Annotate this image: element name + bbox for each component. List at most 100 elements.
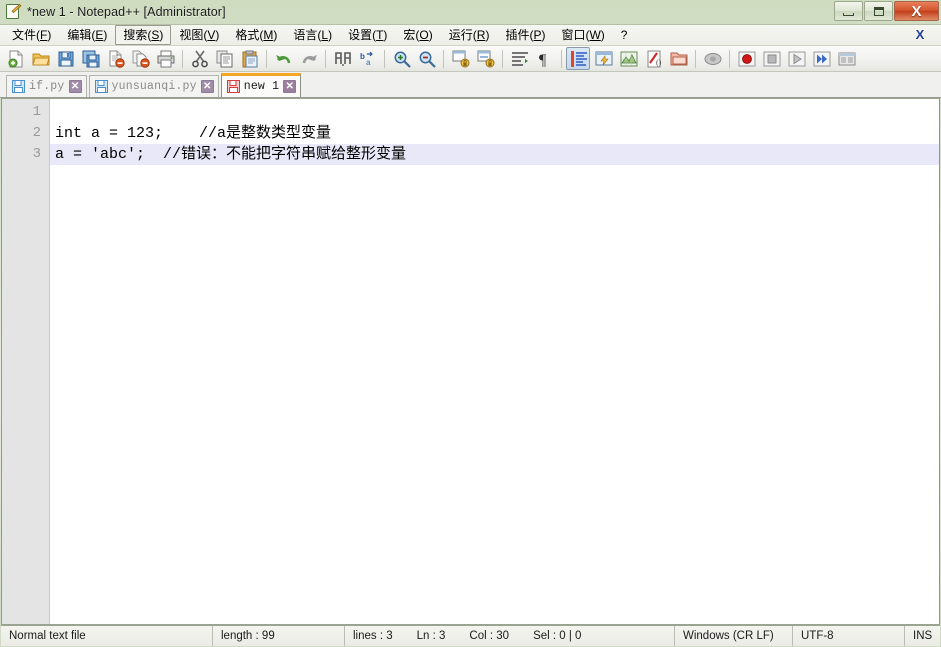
minimize-button[interactable] bbox=[834, 1, 863, 21]
unsaved-file-icon bbox=[226, 80, 240, 93]
replace-icon[interactable]: ba bbox=[355, 47, 379, 70]
menu-item-10[interactable]: 窗口(W) bbox=[553, 25, 612, 45]
tab-label: if.py bbox=[29, 80, 65, 93]
svg-text:b: b bbox=[360, 52, 365, 61]
minimize-icon bbox=[843, 12, 854, 16]
window-controls: X bbox=[834, 1, 939, 21]
status-bar: Normal text file length : 99 lines : 3 L… bbox=[1, 624, 940, 646]
window-title: *new 1 - Notepad++ [Administrator] bbox=[27, 5, 226, 19]
menu-item-1[interactable]: 编辑(E) bbox=[59, 25, 115, 45]
cut-icon[interactable] bbox=[187, 47, 211, 70]
toolbar-separator bbox=[325, 49, 326, 68]
tab-label: new 1 bbox=[243, 80, 280, 93]
svg-text:(): () bbox=[656, 58, 662, 67]
code-line[interactable]: int a = 123; //a是整数类型变量 bbox=[50, 123, 939, 144]
menu-item-2[interactable]: 搜索(S) bbox=[115, 25, 172, 45]
show-all-characters-icon[interactable]: ¶ bbox=[532, 47, 556, 70]
status-col: Col : 30 bbox=[469, 630, 510, 642]
svg-text:a: a bbox=[366, 58, 371, 67]
menu-item-0[interactable]: 文件(F) bbox=[4, 25, 59, 45]
folder-as-workspace-icon[interactable] bbox=[666, 47, 690, 70]
menu-item-4[interactable]: 格式(M) bbox=[227, 25, 285, 45]
status-position: lines : 3 Ln : 3 Col : 30 Sel : 0 | 0 bbox=[345, 626, 675, 646]
restore-button[interactable] bbox=[864, 1, 893, 21]
play-macro-icon[interactable] bbox=[784, 47, 808, 70]
save-macro-icon[interactable] bbox=[834, 47, 858, 70]
paste-icon[interactable] bbox=[237, 47, 261, 70]
close-document-button[interactable]: X bbox=[913, 28, 927, 42]
new-file-icon[interactable] bbox=[3, 47, 27, 70]
redo-icon[interactable] bbox=[296, 47, 320, 70]
title-bar: *new 1 - Notepad++ [Administrator] X bbox=[0, 0, 941, 24]
tab-close-button[interactable]: ✕ bbox=[283, 80, 297, 93]
status-ln: Ln : 3 bbox=[416, 630, 446, 642]
find-icon[interactable] bbox=[330, 47, 354, 70]
status-eol: Windows (CR LF) bbox=[675, 626, 793, 646]
menu-item-9[interactable]: 插件(P) bbox=[497, 25, 553, 45]
code-line[interactable] bbox=[50, 102, 939, 123]
toolbar-separator bbox=[266, 49, 267, 68]
print-icon[interactable] bbox=[153, 47, 177, 70]
sync-horizontal-scroll-icon[interactable] bbox=[473, 47, 497, 70]
tab-2[interactable]: new 1 ✕ bbox=[220, 73, 302, 97]
word-wrap-icon[interactable] bbox=[507, 47, 531, 70]
menu-item-11[interactable]: ? bbox=[613, 25, 636, 45]
code-text-area[interactable]: int a = 123; //a是整数类型变量 a = 'abc'; //错误：不… bbox=[50, 99, 939, 624]
close-icon: X bbox=[911, 2, 922, 20]
status-length: length : 99 bbox=[213, 626, 345, 646]
save-icon[interactable] bbox=[53, 47, 77, 70]
menu-bar: 文件(F) 编辑(E) 搜索(S) 视图(V) 格式(M) 语言(L) 设置(T) 宏(O) 运… bbox=[0, 24, 941, 46]
tab-bar: if.py ✕ yunsuanqi.py ✕ new 1 ✕ bbox=[0, 72, 941, 98]
menu-item-6[interactable]: 设置(T) bbox=[340, 25, 395, 45]
line-number: 3 bbox=[32, 146, 41, 162]
record-macro-icon[interactable] bbox=[734, 47, 758, 70]
status-sel: Sel : 0 | 0 bbox=[533, 630, 582, 642]
run-macro-multiple-icon[interactable] bbox=[809, 47, 833, 70]
tab-close-button[interactable]: ✕ bbox=[68, 80, 82, 93]
save-all-icon[interactable] bbox=[78, 47, 102, 70]
status-insert-mode: INS bbox=[913, 630, 933, 642]
monitoring-icon[interactable] bbox=[700, 47, 724, 70]
toolbar-separator bbox=[502, 49, 503, 68]
menu-item-8[interactable]: 运行(R) bbox=[441, 25, 498, 45]
zoom-in-icon[interactable] bbox=[389, 47, 413, 70]
copy-icon[interactable] bbox=[212, 47, 236, 70]
tab-0[interactable]: if.py ✕ bbox=[6, 75, 87, 97]
close-all-files-icon[interactable] bbox=[128, 47, 152, 70]
toolbar-separator bbox=[561, 49, 562, 68]
status-encoding: UTF-8 bbox=[793, 626, 905, 646]
tab-close-button[interactable]: ✕ bbox=[200, 80, 214, 93]
toolbar-separator bbox=[182, 49, 183, 68]
line-number: 1 bbox=[32, 104, 41, 120]
undo-icon[interactable] bbox=[271, 47, 295, 70]
saved-file-icon bbox=[94, 80, 108, 93]
line-number: 2 bbox=[32, 125, 41, 141]
zoom-out-icon[interactable] bbox=[414, 47, 438, 70]
indent-guideline-icon[interactable] bbox=[566, 47, 590, 70]
notepad-plus-plus-icon bbox=[4, 3, 22, 21]
close-window-button[interactable]: X bbox=[894, 1, 939, 21]
toolbar-separator bbox=[443, 49, 444, 68]
close-file-icon[interactable] bbox=[103, 47, 127, 70]
document-map-icon[interactable] bbox=[616, 47, 640, 70]
user-defined-dialog-icon[interactable] bbox=[591, 47, 615, 70]
menu-item-3[interactable]: 视图(V) bbox=[171, 25, 227, 45]
toolbar-separator bbox=[695, 49, 696, 68]
svg-text:¶: ¶ bbox=[539, 52, 547, 68]
code-line[interactable]: a = 'abc'; //错误：不能把字符串赋给整形变量 bbox=[50, 144, 939, 165]
notepadpp-window: *new 1 - Notepad++ [Administrator] X 文件(… bbox=[0, 0, 941, 647]
sync-vertical-scroll-icon[interactable] bbox=[448, 47, 472, 70]
toolbar: b a ¶ () bbox=[0, 46, 941, 72]
toolbar-separator bbox=[384, 49, 385, 68]
tab-1[interactable]: yunsuanqi.py ✕ bbox=[88, 75, 219, 97]
restore-icon bbox=[873, 6, 884, 16]
open-file-icon[interactable] bbox=[28, 47, 52, 70]
stop-recording-icon[interactable] bbox=[759, 47, 783, 70]
menu-item-7[interactable]: 宏(O) bbox=[395, 25, 440, 45]
saved-file-icon bbox=[12, 80, 25, 93]
editor-area[interactable]: 1 2 3 int a = 123; //a是整数类型变量 a = 'abc'; //… bbox=[1, 98, 940, 624]
menu-item-5[interactable]: 语言(L) bbox=[285, 25, 340, 45]
function-list-icon[interactable]: () bbox=[641, 47, 665, 70]
status-file-type: Normal text file bbox=[1, 626, 213, 646]
line-number-gutter: 1 2 3 bbox=[2, 99, 50, 624]
